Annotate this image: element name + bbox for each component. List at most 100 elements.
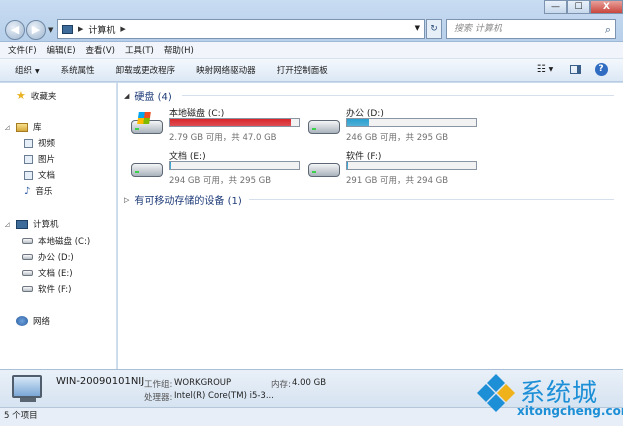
memory-value: 4.00 GB [292, 378, 327, 388]
drive-icon [22, 286, 33, 292]
uninstall-program-button[interactable]: 卸载或更改程序 [116, 64, 176, 76]
network-icon [16, 316, 28, 326]
computer-monitor-icon [12, 375, 42, 398]
nav-pictures[interactable]: 图片 [24, 153, 55, 165]
breadcrumb-separator-icon[interactable]: ▶ [78, 25, 83, 33]
drive-body [308, 120, 340, 134]
drive-item-e[interactable]: 文档 (E:) 294 GB 可用，共 295 GB [131, 149, 306, 186]
document-icon [24, 170, 33, 180]
menu-bar: 文件(F) 编辑(E) 查看(V) 工具(T) 帮助(H) [0, 42, 623, 59]
chevron-down-icon: ▼ [35, 68, 40, 75]
nav-favorites[interactable]: ★ 收藏夹 [16, 89, 56, 102]
workgroup-value: WORKGROUP [174, 378, 232, 388]
drive-icon [22, 238, 33, 244]
expand-icon[interactable]: ◿ [5, 124, 10, 131]
maximize-button[interactable]: ☐ [567, 0, 590, 14]
menu-edit[interactable]: 编辑(E) [47, 44, 76, 56]
group-divider [182, 95, 614, 96]
nav-drive-f[interactable]: 软件 (F:) [22, 283, 71, 295]
map-network-drive-button[interactable]: 映射网络驱动器 [196, 64, 256, 76]
drive-item-f[interactable]: 软件 (F:) 291 GB 可用，共 294 GB [308, 149, 483, 186]
nav-drive-c[interactable]: 本地磁盘 (C:) [22, 235, 90, 247]
refresh-button[interactable]: ↻ [426, 19, 442, 39]
drive-light [135, 128, 139, 130]
nav-computer[interactable]: 计算机 [16, 218, 59, 230]
title-bar: — ☐ X ◀ ▶ ▼ ▶ 计算机 ▶ ▼ ↻ 搜索 计算机 ⌕ [0, 0, 623, 42]
forward-button[interactable]: ▶ [26, 20, 46, 40]
drive-usage-bar [169, 161, 300, 170]
breadcrumb-separator-icon[interactable]: ▶ [120, 25, 125, 33]
nav-drive-e[interactable]: 文档 (E:) [22, 267, 73, 279]
chevron-down-icon: ▼ [548, 66, 554, 73]
drive-body [131, 163, 163, 177]
system-properties-button[interactable]: 系统属性 [61, 64, 95, 76]
nav-videos[interactable]: 视频 [24, 137, 55, 149]
minimize-button[interactable]: — [544, 0, 567, 14]
picture-icon [24, 154, 33, 164]
drive-usage-fill [347, 162, 349, 169]
view-options-button[interactable]: ☷ ▼ [531, 61, 559, 78]
drive-light [135, 171, 139, 173]
drive-usage-fill [170, 119, 292, 126]
menu-tools[interactable]: 工具(T) [125, 44, 154, 56]
monitor-stand [20, 398, 36, 402]
drive-light [312, 171, 316, 173]
drive-body [308, 163, 340, 177]
nav-documents[interactable]: 文档 [24, 169, 55, 181]
computer-name: WIN-20090101NIJ [56, 376, 145, 387]
drive-usage-fill [170, 162, 172, 169]
drive-item-c[interactable]: 本地磁盘 (C:) 2.79 GB 可用，共 47.0 GB [131, 106, 306, 143]
organize-label: 组织 [15, 66, 33, 76]
back-button[interactable]: ◀ [5, 20, 25, 40]
nav-label: 视频 [38, 139, 56, 149]
nav-network[interactable]: 网络 [16, 315, 50, 327]
nav-libraries[interactable]: 库 [16, 121, 42, 133]
music-icon: ♪ [24, 185, 31, 197]
view-options-icon: ☷ [536, 64, 546, 75]
group-divider [249, 199, 614, 200]
search-input[interactable]: 搜索 计算机 ⌕ [446, 19, 616, 39]
video-icon [24, 138, 33, 148]
help-button[interactable]: ? [594, 61, 608, 78]
watermark-diamond-icon [477, 374, 515, 412]
help-icon: ? [594, 63, 608, 76]
group-header-removable[interactable]: ▷ 有可移动存储的设备 (1) [124, 192, 242, 208]
expand-icon: ▷ [124, 195, 130, 204]
menu-help[interactable]: 帮助(H) [164, 44, 194, 56]
expand-icon[interactable]: ◿ [5, 221, 10, 228]
drive-item-d[interactable]: 办公 (D:) 246 GB 可用，共 295 GB [308, 106, 483, 143]
close-button[interactable]: X [590, 0, 623, 14]
collapse-icon: ◢ [124, 91, 130, 100]
group-header-hard-disks[interactable]: ◢ 硬盘 (4) [124, 88, 172, 104]
hard-drive-icon [308, 157, 341, 179]
preview-pane-icon [569, 65, 581, 74]
nav-label: 办公 (D:) [38, 253, 74, 263]
navigation-pane: ★ 收藏夹 ◿ 库 视频 图片 文档 ♪ 音乐 ◿ 计算机 本地磁盘 (C:) 办公… [0, 83, 117, 369]
drive-usage-bar [346, 118, 477, 127]
processor-label: 处理器: [144, 393, 173, 403]
library-icon [16, 122, 28, 132]
organize-button[interactable]: 组织 ▼ [15, 64, 40, 76]
search-placeholder: 搜索 计算机 [454, 24, 502, 34]
nav-music[interactable]: ♪ 音乐 [24, 185, 53, 198]
menu-view[interactable]: 查看(V) [86, 44, 115, 56]
preview-pane-button[interactable] [568, 61, 582, 78]
menu-file[interactable]: 文件(F) [8, 44, 37, 56]
open-control-panel-button[interactable]: 打开控制面板 [277, 64, 328, 76]
nav-label: 库 [33, 123, 42, 133]
search-icon[interactable]: ⌕ [605, 21, 611, 39]
breadcrumb-computer[interactable]: 计算机 [88, 23, 115, 36]
watermark-logo: 系统城 xitongcheng.com [470, 370, 623, 426]
address-bar[interactable]: ▶ 计算机 ▶ ▼ [57, 19, 425, 39]
computer-icon [62, 24, 73, 34]
workgroup-label: 工作组: [144, 380, 173, 390]
recent-pages-dropdown[interactable]: ▼ [48, 26, 53, 34]
drive-space-info: 291 GB 可用，共 294 GB [346, 176, 449, 186]
drive-space-info: 2.79 GB 可用，共 47.0 GB [169, 133, 277, 143]
processor-value: Intel(R) Core(TM) i5-3... [174, 391, 274, 401]
drive-light [312, 128, 316, 130]
nav-drive-d[interactable]: 办公 (D:) [22, 251, 74, 263]
drive-usage-bar [346, 161, 477, 170]
nav-label: 音乐 [35, 187, 53, 197]
address-dropdown-icon[interactable]: ▼ [415, 24, 420, 32]
